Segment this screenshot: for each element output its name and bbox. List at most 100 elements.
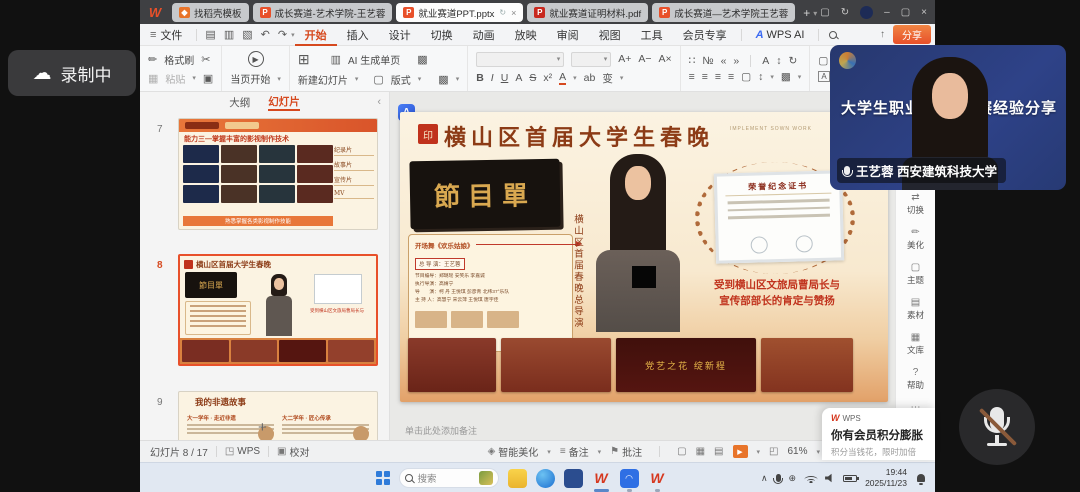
- battery-icon[interactable]: [843, 475, 857, 482]
- bullets-button[interactable]: ∷: [689, 55, 696, 67]
- justify-button[interactable]: ≡: [728, 71, 734, 83]
- browser-icon[interactable]: [536, 469, 555, 488]
- search-icon[interactable]: [829, 31, 837, 39]
- sidebar-item-theme[interactable]: ▢ 主题: [907, 262, 924, 286]
- tray-mic-icon[interactable]: [776, 474, 781, 482]
- add-slide-button[interactable]: +: [258, 419, 267, 436]
- undo-icon[interactable]: ↶: [257, 28, 274, 41]
- export-icon[interactable]: ▧: [238, 28, 256, 41]
- muted-microphone-button[interactable]: [959, 389, 1035, 465]
- line-spacing-caret-icon[interactable]: ▾: [770, 73, 774, 81]
- menu-tab-animation[interactable]: 动画: [463, 24, 505, 46]
- tab-docer[interactable]: ◆ 找稻壳模板: [172, 3, 249, 22]
- banner-photo[interactable]: 党艺之花 绽新程: [616, 338, 756, 392]
- tray-clock[interactable]: 19:44 2025/11/23: [865, 467, 907, 488]
- menu-tab-tools[interactable]: 工具: [631, 24, 673, 46]
- format-painter-button[interactable]: 格式刷: [164, 52, 194, 67]
- play-current-button[interactable]: 当页开始: [230, 71, 270, 86]
- font-color-caret-icon[interactable]: ▾: [573, 74, 577, 82]
- menu-tab-member[interactable]: 会员专享: [673, 24, 737, 46]
- text-box-button[interactable]: A: [818, 71, 829, 82]
- sidebar-item-library[interactable]: ▦ 文库: [907, 332, 924, 356]
- notes-placeholder[interactable]: 单击此处添加备注: [405, 424, 477, 437]
- cut-icon[interactable]: ✂: [201, 53, 210, 66]
- align-objects-caret-icon[interactable]: ▾: [798, 73, 802, 81]
- tab-slides[interactable]: 幻灯片: [268, 94, 300, 111]
- comments-button[interactable]: 批注: [622, 444, 642, 459]
- stage-photo[interactable]: [501, 338, 611, 392]
- align-left-button[interactable]: ≡: [689, 71, 695, 83]
- section-caret-icon[interactable]: ▾: [456, 75, 460, 83]
- numbering-button[interactable]: №: [702, 55, 713, 67]
- text-direction-button[interactable]: ↕: [776, 55, 781, 67]
- superscript-button[interactable]: x²: [543, 72, 552, 84]
- app-tile-icon[interactable]: [564, 469, 583, 488]
- tab-doc5[interactable]: P 成长赛道—艺术学院王艺蓉: [652, 3, 795, 22]
- outdent-button[interactable]: «: [721, 55, 727, 67]
- hidden-icons-chevron[interactable]: ∧: [761, 473, 768, 484]
- increase-font-button[interactable]: A+: [618, 53, 631, 65]
- upload-cloud-icon[interactable]: ↑: [880, 29, 885, 40]
- notes-button[interactable]: 备注: [569, 444, 589, 459]
- menu-tab-transition[interactable]: 切换: [421, 24, 463, 46]
- tab-active[interactable]: P 就业赛道PPT.pptx ↻ ×: [396, 3, 523, 22]
- minimize-button[interactable]: –: [884, 7, 890, 18]
- wps-promo-popup[interactable]: W WPS 你有会员积分膨胀 积分当钱花，限时加倍: [822, 408, 935, 460]
- bold-button[interactable]: B: [476, 72, 484, 84]
- underline-button[interactable]: U: [501, 72, 509, 84]
- group-photo[interactable]: [408, 338, 496, 392]
- decrease-font-button[interactable]: A−: [638, 53, 651, 65]
- fit-screen-icon[interactable]: ◰: [769, 446, 778, 457]
- new-tab-button[interactable]: +: [803, 6, 810, 20]
- italic-button[interactable]: I: [491, 72, 494, 84]
- align-objects-button[interactable]: ▩: [781, 71, 791, 83]
- rotate-button[interactable]: ↻: [789, 55, 798, 67]
- ai-generate-button[interactable]: AI 生成单页: [348, 52, 400, 67]
- sidebar-item-transition[interactable]: ⇄ 切换: [907, 192, 924, 216]
- theme-circle-icon[interactable]: [860, 6, 873, 19]
- wps-ai-button[interactable]: A WPS AI: [746, 24, 815, 46]
- reading-view-icon[interactable]: ▤: [714, 446, 723, 457]
- new-slide-icon[interactable]: ⊞: [298, 51, 310, 68]
- layout-caret-icon[interactable]: ▾: [418, 75, 422, 83]
- menu-file[interactable]: ≡ 文件: [140, 24, 192, 46]
- file-explorer-icon[interactable]: [508, 469, 527, 488]
- tab-pdf[interactable]: P 就业赛道证明材料.pdf: [527, 3, 648, 22]
- wps-status-label[interactable]: WPS: [237, 446, 260, 457]
- font-color-button[interactable]: A: [559, 71, 566, 85]
- menu-tab-slideshow[interactable]: 放映: [505, 24, 547, 46]
- zoom-level[interactable]: 61%: [787, 446, 807, 457]
- collapse-panel-icon[interactable]: ‹: [377, 96, 381, 108]
- select-pane-button[interactable]: ▢: [818, 55, 828, 67]
- tab-doc2[interactable]: P 成长赛道-艺术学院-王艺蓉: [253, 3, 393, 22]
- text-effect-button[interactable]: 变: [602, 71, 613, 86]
- new-slide-button[interactable]: 新建幻灯片: [298, 72, 348, 87]
- tab-outline[interactable]: 大纲: [229, 95, 250, 110]
- menu-tab-design[interactable]: 设计: [379, 24, 421, 46]
- editing-area[interactable]: A 印 横山区首届大学生春晚 IMPLEMENT SOWN WORK 節目單 开…: [390, 92, 895, 440]
- notes-caret-icon[interactable]: ▾: [598, 448, 602, 456]
- webcam-overlay[interactable]: 大学生职业规 赛经验分享 王艺蓉 西安建筑科技大学: [830, 45, 1066, 190]
- taskbar-search[interactable]: 搜索: [399, 468, 499, 488]
- notification-bell-icon[interactable]: [917, 474, 925, 482]
- slide-title[interactable]: 横山区首届大学生春晚: [444, 120, 714, 152]
- play-circle-icon[interactable]: ▶: [248, 51, 264, 67]
- play-caret-icon[interactable]: ▾: [757, 448, 761, 456]
- team-photo[interactable]: [761, 338, 853, 392]
- normal-view-icon[interactable]: ▢: [677, 446, 686, 457]
- slide-thumbnail-8-selected[interactable]: 横山区首届大学生春晚 節目單 受到横山区文旅局曹局长与: [178, 254, 378, 366]
- text-effect-caret-icon[interactable]: ▾: [620, 74, 624, 82]
- slide-from-file-icon[interactable]: ▩: [417, 53, 427, 66]
- menu-tab-home[interactable]: 开始: [295, 24, 337, 46]
- update-icon[interactable]: ↻: [841, 7, 849, 18]
- align-right-button[interactable]: ≡: [715, 71, 721, 83]
- new-slide-caret-icon[interactable]: ▾: [355, 75, 359, 83]
- align-center-button[interactable]: ≡: [702, 71, 708, 83]
- tab-list-caret-icon[interactable]: ▾: [813, 9, 817, 18]
- sidebar-item-help[interactable]: ? 帮助: [907, 367, 924, 391]
- line-spacing-button[interactable]: ↕: [758, 71, 763, 83]
- window-stack-icon[interactable]: ▢: [820, 7, 829, 18]
- ime-icon[interactable]: ⊕: [789, 473, 797, 484]
- wps-taskbar-icon-active[interactable]: W: [592, 469, 611, 488]
- share-button[interactable]: 分享: [893, 25, 931, 44]
